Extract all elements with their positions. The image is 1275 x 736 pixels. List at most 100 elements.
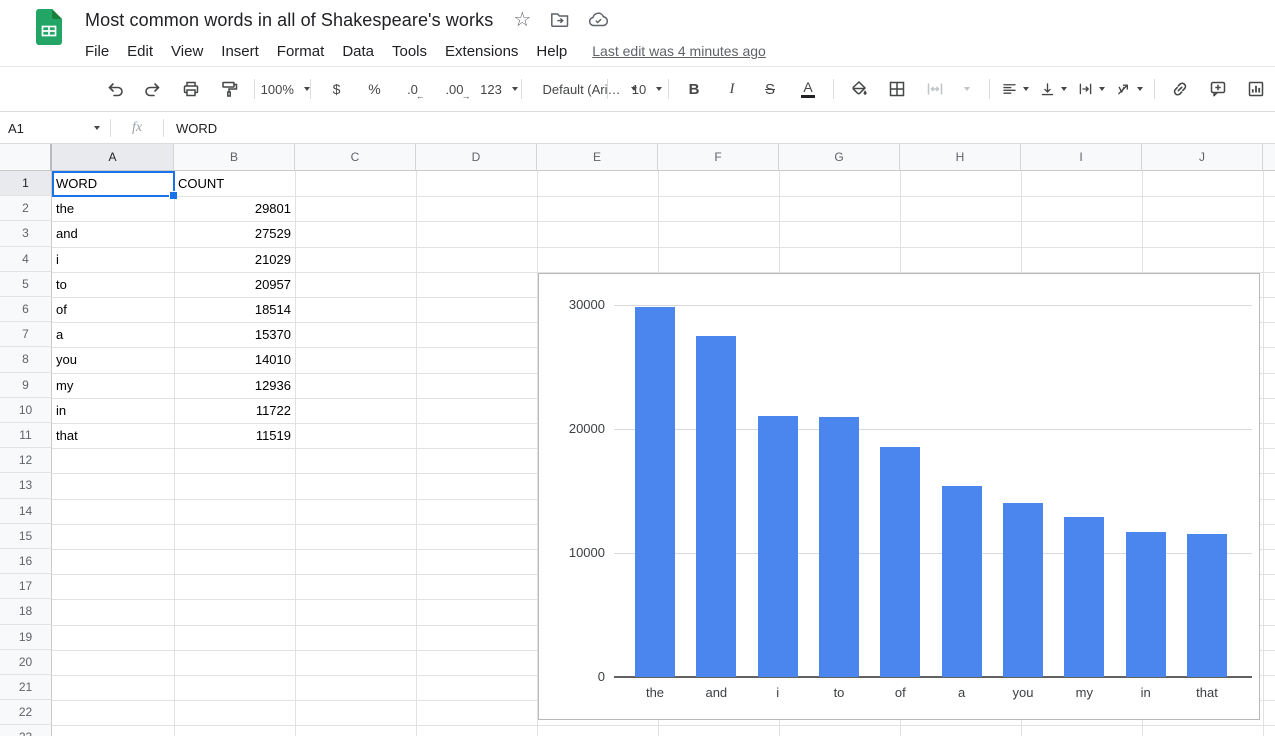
- format-percent-button[interactable]: %: [360, 75, 388, 103]
- menu-format[interactable]: Format: [268, 41, 334, 62]
- column-header-F[interactable]: F: [658, 144, 779, 171]
- paint-format-button[interactable]: [215, 75, 243, 103]
- star-icon[interactable]: ☆: [511, 9, 533, 31]
- row-header-17[interactable]: 17: [0, 574, 52, 599]
- row-header-21[interactable]: 21: [0, 675, 52, 700]
- horizontal-align-button[interactable]: [1001, 75, 1029, 103]
- cell-B8[interactable]: 14010: [174, 347, 295, 372]
- cell-B1[interactable]: COUNT: [174, 171, 295, 196]
- row-header-11[interactable]: 11: [0, 423, 52, 448]
- bar-a[interactable]: [942, 486, 982, 677]
- row-header-23[interactable]: 23: [0, 725, 52, 736]
- more-formats-button[interactable]: 123: [482, 75, 510, 103]
- row-header-15[interactable]: 15: [0, 524, 52, 549]
- column-header-H[interactable]: H: [900, 144, 1021, 171]
- cell-A8[interactable]: you: [52, 347, 174, 372]
- cloud-saved-icon[interactable]: [587, 9, 609, 31]
- bar-in[interactable]: [1126, 532, 1166, 677]
- row-header-6[interactable]: 6: [0, 297, 52, 322]
- menu-edit[interactable]: Edit: [118, 41, 162, 62]
- cell-B5[interactable]: 20957: [174, 272, 295, 297]
- cell-B7[interactable]: 15370: [174, 322, 295, 347]
- bar-i[interactable]: [758, 416, 798, 677]
- font-size-select[interactable]: 10: [619, 75, 657, 103]
- row-header-8[interactable]: 8: [0, 347, 52, 372]
- cell-A4[interactable]: i: [52, 247, 174, 272]
- bold-button[interactable]: B: [680, 75, 708, 103]
- row-header-14[interactable]: 14: [0, 499, 52, 524]
- cell-A10[interactable]: in: [52, 398, 174, 423]
- zoom-select[interactable]: 100%: [266, 75, 299, 103]
- document-title[interactable]: Most common words in all of Shakespeare'…: [85, 10, 493, 31]
- select-all-corner[interactable]: [0, 144, 52, 171]
- row-header-9[interactable]: 9: [0, 373, 52, 398]
- fill-color-button[interactable]: [845, 75, 873, 103]
- menu-extensions[interactable]: Extensions: [436, 41, 527, 62]
- cell-B4[interactable]: 21029: [174, 247, 295, 272]
- menu-data[interactable]: Data: [333, 41, 383, 62]
- format-currency-button[interactable]: $: [322, 75, 350, 103]
- redo-button[interactable]: [139, 75, 167, 103]
- embedded-chart[interactable]: 0100002000030000theanditoofayoumyinthat: [538, 273, 1260, 720]
- merge-cells-dropdown[interactable]: [950, 75, 978, 103]
- cell-A2[interactable]: the: [52, 196, 174, 221]
- column-header-J[interactable]: J: [1142, 144, 1263, 171]
- cell-A7[interactable]: a: [52, 322, 174, 347]
- row-header-1[interactable]: 1: [0, 171, 52, 196]
- cell-B11[interactable]: 11519: [174, 423, 295, 448]
- cell-B10[interactable]: 11722: [174, 398, 295, 423]
- cell-B6[interactable]: 18514: [174, 297, 295, 322]
- row-header-4[interactable]: 4: [0, 247, 52, 272]
- text-rotation-button[interactable]: [1115, 75, 1143, 103]
- column-header-D[interactable]: D: [416, 144, 537, 171]
- cell-A9[interactable]: my: [52, 373, 174, 398]
- bar-that[interactable]: [1187, 534, 1227, 677]
- cell-A1[interactable]: WORD: [52, 171, 174, 196]
- column-header-K[interactable]: K: [1263, 144, 1275, 171]
- row-header-19[interactable]: 19: [0, 625, 52, 650]
- increase-decimal-button[interactable]: .00→: [440, 75, 468, 103]
- cell-B9[interactable]: 12936: [174, 373, 295, 398]
- bar-the[interactable]: [635, 307, 675, 677]
- undo-button[interactable]: [101, 75, 129, 103]
- row-header-2[interactable]: 2: [0, 196, 52, 221]
- sheets-logo-icon[interactable]: [36, 9, 62, 45]
- cell-B3[interactable]: 27529: [174, 221, 295, 246]
- row-header-20[interactable]: 20: [0, 650, 52, 675]
- menu-help[interactable]: Help: [527, 41, 576, 62]
- cell-A6[interactable]: of: [52, 297, 174, 322]
- row-header-7[interactable]: 7: [0, 322, 52, 347]
- insert-comment-button[interactable]: [1204, 75, 1232, 103]
- column-header-E[interactable]: E: [537, 144, 658, 171]
- bar-you[interactable]: [1003, 503, 1043, 677]
- cell-B2[interactable]: 29801: [174, 196, 295, 221]
- bar-my[interactable]: [1064, 517, 1104, 677]
- insert-chart-button[interactable]: [1242, 75, 1270, 103]
- font-select[interactable]: Default (Ari…: [533, 75, 595, 103]
- row-header-10[interactable]: 10: [0, 398, 52, 423]
- row-header-13[interactable]: 13: [0, 473, 52, 498]
- move-to-folder-icon[interactable]: [549, 9, 571, 31]
- column-header-B[interactable]: B: [174, 144, 295, 171]
- vertical-align-button[interactable]: [1039, 75, 1067, 103]
- row-header-12[interactable]: 12: [0, 448, 52, 473]
- menu-tools[interactable]: Tools: [383, 41, 436, 62]
- menu-view[interactable]: View: [162, 41, 212, 62]
- italic-button[interactable]: I: [718, 75, 746, 103]
- insert-link-button[interactable]: [1166, 75, 1194, 103]
- row-header-3[interactable]: 3: [0, 221, 52, 246]
- bar-and[interactable]: [696, 336, 736, 677]
- column-header-C[interactable]: C: [295, 144, 416, 171]
- strikethrough-button[interactable]: S: [756, 75, 784, 103]
- menu-insert[interactable]: Insert: [212, 41, 268, 62]
- merge-cells-button[interactable]: [921, 75, 949, 103]
- text-color-button[interactable]: A: [794, 75, 822, 103]
- cell-A5[interactable]: to: [52, 272, 174, 297]
- last-edit-link[interactable]: Last edit was 4 minutes ago: [592, 43, 766, 59]
- column-header-I[interactable]: I: [1021, 144, 1142, 171]
- row-header-5[interactable]: 5: [0, 272, 52, 297]
- column-header-G[interactable]: G: [779, 144, 900, 171]
- row-header-18[interactable]: 18: [0, 599, 52, 624]
- menu-file[interactable]: File: [85, 41, 118, 62]
- bar-of[interactable]: [880, 447, 920, 677]
